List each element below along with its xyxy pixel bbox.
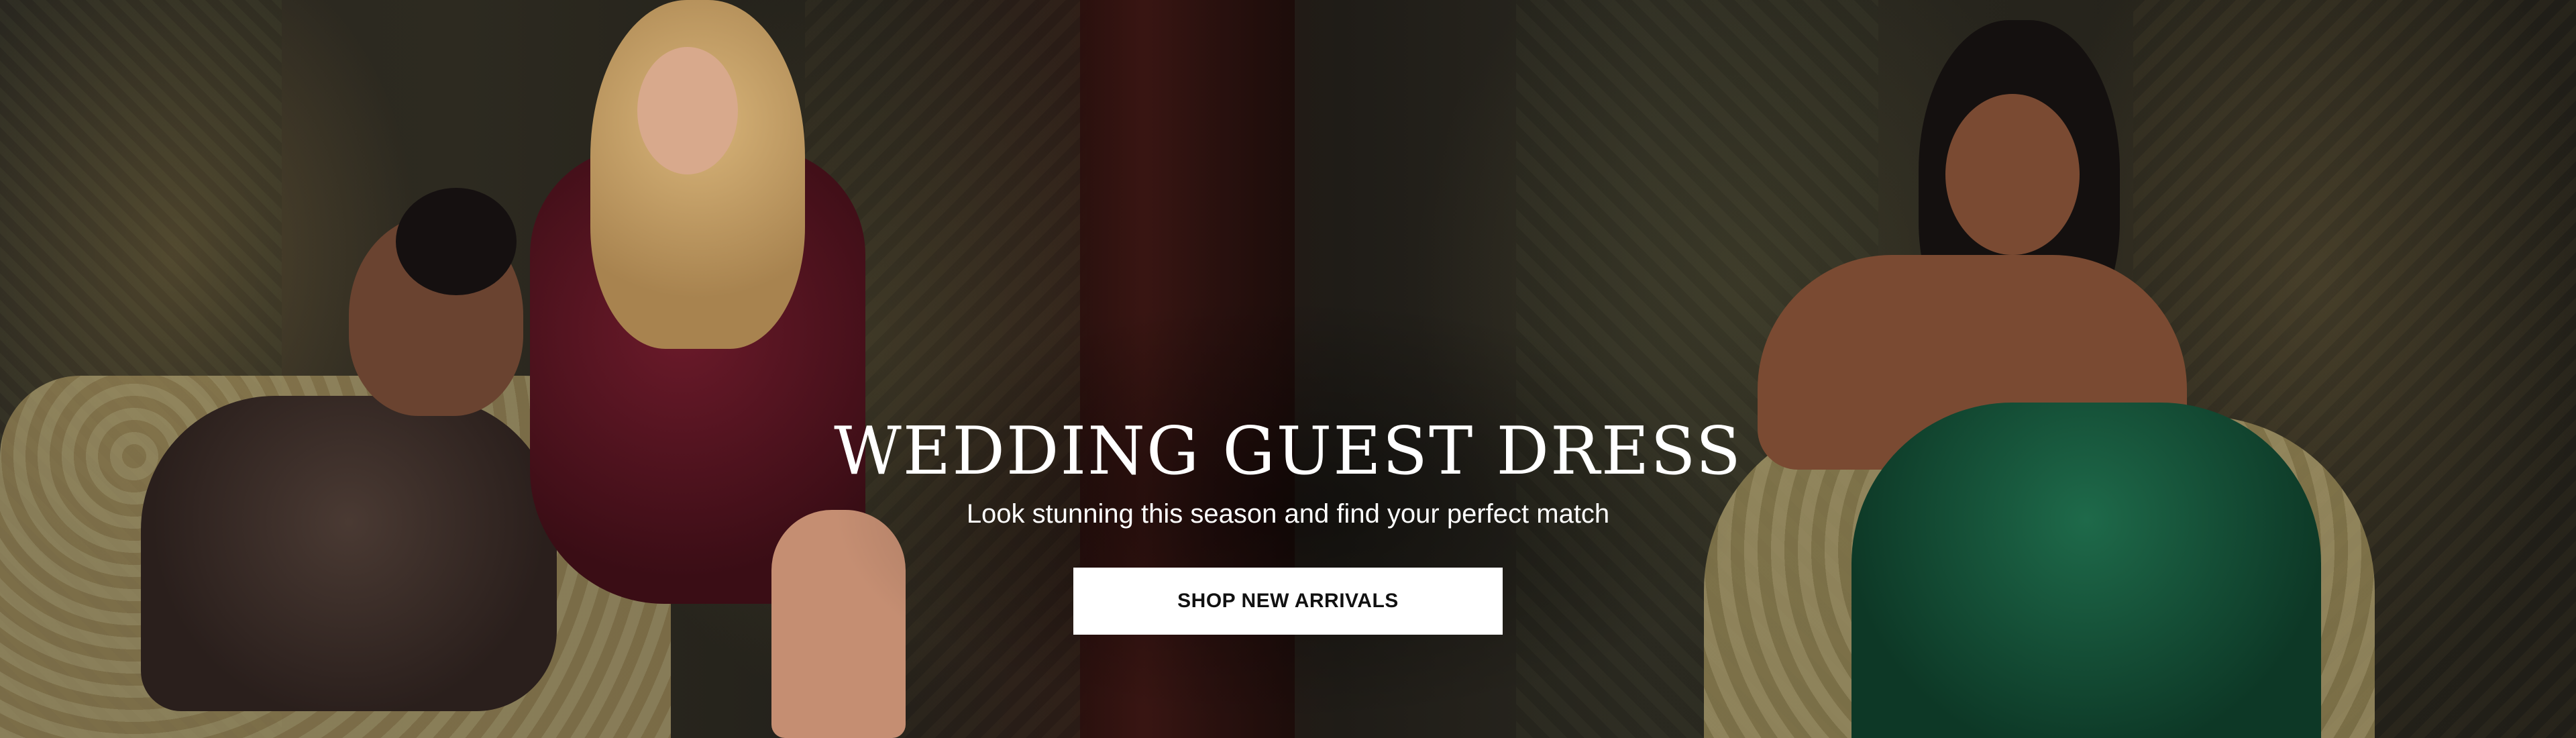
- hero-content: WEDDING GUEST DRESS Look stunning this s…: [0, 413, 2576, 635]
- shop-new-arrivals-button[interactable]: SHOP NEW ARRIVALS: [1073, 567, 1503, 635]
- hero-title: WEDDING GUEST DRESS: [834, 413, 1742, 490]
- hero-subtitle: Look stunning this season and find your …: [966, 498, 1610, 529]
- hero-banner: WEDDING GUEST DRESS Look stunning this s…: [0, 0, 2576, 738]
